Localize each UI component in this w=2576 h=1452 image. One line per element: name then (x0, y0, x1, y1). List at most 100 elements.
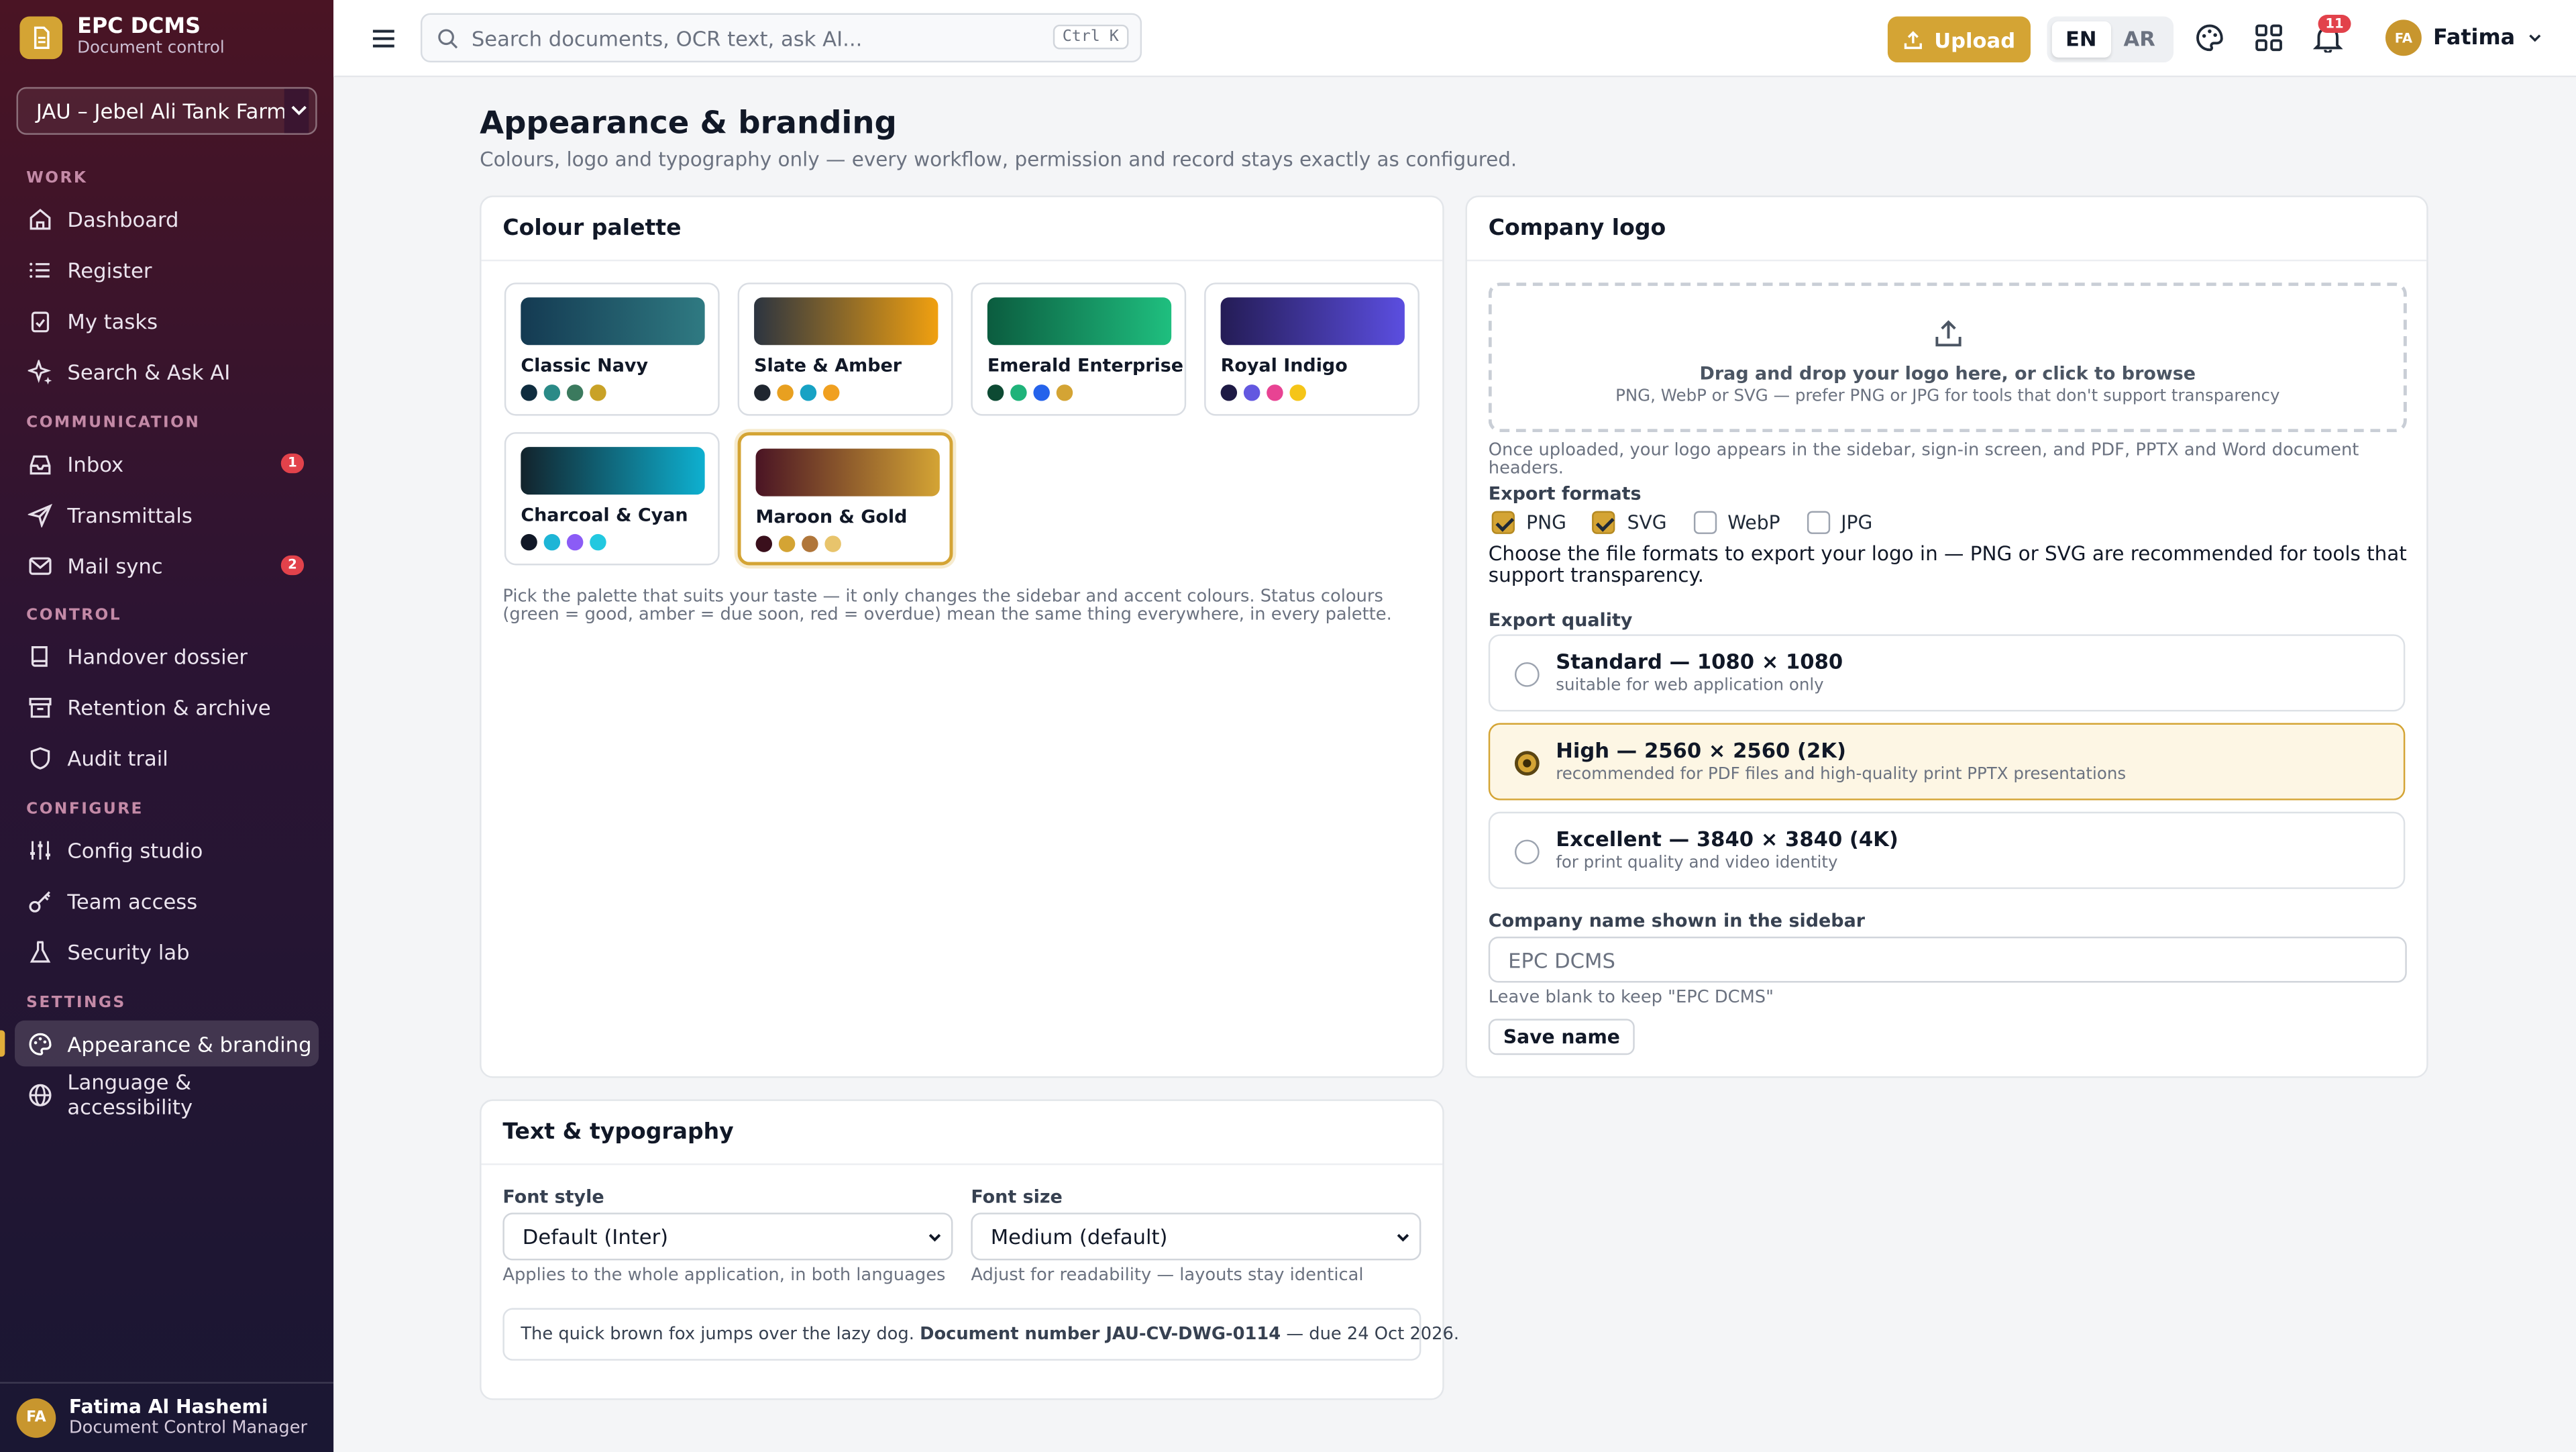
logo-dropzone[interactable]: Drag and drop your logo here, or click t… (1488, 282, 2407, 433)
font-style-select[interactable]: Default (Inter) (502, 1212, 953, 1261)
sidebar-item-mail-sync[interactable]: Mail sync 2 (15, 542, 319, 588)
lang-ar-button[interactable]: AR (2110, 21, 2169, 58)
quality-title: Standard — 1080 × 1080 (1556, 649, 1843, 674)
logo-usage-note: Once uploaded, your logo appears in the … (1488, 440, 2359, 478)
color-dot (1220, 384, 1238, 401)
color-dot (1289, 384, 1306, 401)
palette-option[interactable]: Maroon & Gold (737, 432, 953, 566)
upload-button[interactable]: Upload (1887, 16, 2031, 63)
sidebar-item-language[interactable]: Language & accessibility (15, 1070, 319, 1119)
format-label: SVG (1627, 511, 1667, 534)
color-dot (521, 384, 537, 401)
palette-dots (521, 384, 606, 401)
card-title: Colour palette (481, 197, 1443, 262)
color-dot (754, 384, 771, 401)
sidebar-item-label: Audit trail (67, 745, 168, 770)
search-input[interactable]: Search documents, OCR text, ask AI... Ct… (420, 13, 1142, 63)
sidebar-item-config-studio[interactable]: Config studio (15, 827, 319, 873)
palette-option[interactable]: Royal Indigo (1204, 282, 1419, 416)
palette-dots (987, 384, 1073, 401)
format-checkbox-png[interactable]: PNG (1491, 511, 1567, 534)
sidebar-item-search-ai[interactable]: Search & Ask AI (15, 348, 319, 395)
sidebar-user[interactable]: FA Fatima Al Hashemi Document Control Ma… (0, 1382, 334, 1452)
palette-swatch (987, 297, 1172, 346)
sidebar-item-handover[interactable]: Handover dossier (15, 633, 319, 679)
sidebar-item-register[interactable]: Register (15, 246, 319, 293)
palette-icon[interactable] (2195, 23, 2224, 52)
preview-due: — due 24 Oct 2026. (1286, 1324, 1460, 1345)
lang-en-button[interactable]: EN (2051, 21, 2110, 58)
sidebar-item-team-access[interactable]: Team access (15, 878, 319, 924)
dropzone-hint: PNG, WebP or SVG — prefer PNG or JPG for… (1615, 387, 2280, 406)
format-checkbox-webp[interactable]: WebP (1693, 511, 1780, 534)
color-dot (1033, 384, 1050, 401)
color-dot (543, 533, 561, 551)
color-dot (802, 535, 818, 552)
sidebar-item-dashboard[interactable]: Dashboard (15, 195, 319, 242)
sidebar-item-retention[interactable]: Retention & archive (15, 684, 319, 730)
radio-button[interactable] (1514, 662, 1540, 687)
card-title: Text & typography (481, 1101, 1443, 1165)
sidebar-item-label: Handover dossier (67, 643, 248, 668)
radio-button[interactable] (1514, 839, 1540, 865)
font-size-value: Medium (default) (990, 1224, 1168, 1249)
upload-icon (1904, 30, 1923, 48)
company-name-input[interactable]: EPC DCMS (1488, 936, 2407, 983)
sidebar-item-label: My tasks (67, 308, 158, 333)
sidebar-item-inbox[interactable]: Inbox 1 (15, 440, 319, 486)
color-dot (1267, 384, 1283, 401)
sidebar-item-label: Config studio (67, 837, 203, 862)
user-menu-name: Fatima (2432, 25, 2516, 50)
palette-option[interactable]: Classic Navy (504, 282, 720, 416)
company-name-label: Company name shown in the sidebar (1488, 910, 1866, 932)
save-name-button[interactable]: Save name (1488, 1019, 1635, 1055)
typography-card: Text & typography Font style Default (In… (480, 1099, 1459, 1400)
dropzone-title: Drag and drop your logo here, or click t… (1699, 363, 2196, 385)
apps-grid-icon[interactable] (2254, 23, 2284, 52)
language-toggle: EN AR (2047, 16, 2174, 63)
chevron-down-icon (2528, 34, 2541, 42)
palette-note: Pick the palette that suits your taste —… (502, 586, 1392, 625)
sidebar-item-audit[interactable]: Audit trail (15, 735, 319, 781)
font-style-label: Font style (502, 1186, 604, 1208)
topbar: Search documents, OCR text, ask AI... Ct… (333, 0, 2576, 78)
palette-option[interactable]: Slate & Amber (737, 282, 953, 416)
section-control: CONTROL (26, 606, 122, 625)
format-label: PNG (1526, 511, 1567, 534)
format-label: JPG (1841, 511, 1873, 534)
format-checkbox-jpg[interactable]: JPG (1806, 511, 1873, 534)
palette-swatch (754, 297, 938, 346)
color-dot (1010, 384, 1027, 401)
quality-option[interactable]: Standard — 1080 × 1080 suitable for web a… (1488, 634, 2406, 712)
sidebar-item-label: Search & Ask AI (67, 359, 231, 384)
search-icon (438, 28, 458, 48)
project-select[interactable]: JAU – Jebel Ali Tank Farm E (16, 87, 317, 135)
clipboard-check-icon (31, 311, 50, 332)
sidebar-item-my-tasks[interactable]: My tasks (15, 297, 319, 344)
quality-title: Excellent — 3840 × 3840 (4K) (1556, 826, 1898, 851)
sidebar-item-label: Register (67, 257, 152, 282)
quality-option[interactable]: Excellent — 3840 × 3840 (4K) for print qu… (1488, 811, 2406, 889)
preview-text: The quick brown fox jumps over the lazy … (521, 1324, 914, 1345)
palette-option[interactable]: Charcoal & Cyan (504, 432, 720, 566)
quality-option[interactable]: High — 2560 × 2560 (2K) recommended for P… (1488, 723, 2406, 800)
checkbox-box (1491, 511, 1515, 534)
palette-dots (1220, 384, 1306, 401)
user-menu[interactable]: FA Fatima (2385, 19, 2543, 56)
sidebar-item-appearance[interactable]: Appearance & branding (15, 1020, 319, 1067)
sidebar-item-transmittals[interactable]: Transmittals (15, 491, 319, 537)
menu-icon[interactable] (370, 25, 398, 53)
company-name-placeholder: EPC DCMS (1508, 947, 1615, 972)
palette-dots (521, 533, 606, 551)
sidebar-item-label: Language & accessibility (67, 1070, 193, 1119)
font-size-select[interactable]: Medium (default) (971, 1212, 1421, 1261)
formats-help: Choose the file formats to export your l… (1488, 542, 2407, 587)
palette-dots (755, 535, 841, 552)
sidebar-item-security-lab[interactable]: Security lab (15, 929, 319, 975)
palette-option[interactable]: Emerald Enterprise (971, 282, 1187, 416)
sidebar-item-label: Security lab (67, 939, 190, 964)
list-icon (30, 262, 50, 277)
format-checkbox-svg[interactable]: SVG (1593, 511, 1667, 534)
radio-button[interactable] (1514, 751, 1540, 776)
upload-label: Upload (1934, 27, 2016, 52)
